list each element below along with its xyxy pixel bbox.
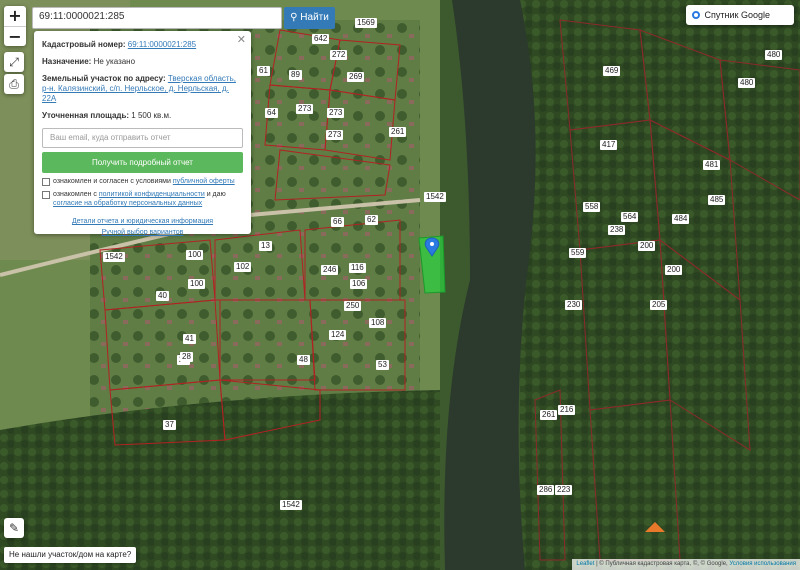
area-label: Уточненная площадь: [42,111,130,120]
parcel-info-panel: ✕ Кадастровый номер: 69:11:0000021:285 Н… [34,31,251,236]
ruler-icon[interactable]: ✎ [4,518,24,538]
plot-number-label: 261 [540,410,558,420]
search-button[interactable]: ⚲ Найти [284,7,335,29]
offer-consent: ознакомлен и согласен с условиями публич… [42,177,243,186]
plot-number-label: 64 [265,108,278,118]
report-details-link[interactable]: Детали отчета и юридическая информация [72,218,213,225]
plot-number-label: 269 [347,72,365,82]
plot-number-label: 246 [321,265,339,275]
plot-number-label: 1542 [103,252,125,262]
privacy-checkbox[interactable] [42,191,50,199]
house-icon [645,522,665,532]
layer-switch[interactable]: Спутник Google [686,5,794,25]
purpose-label: Назначение: [42,57,92,66]
plot-number-label: 1542 [424,192,446,202]
plot-number-label: 469 [603,66,621,76]
plot-number-label: 558 [583,202,601,212]
plot-number-label: 559 [569,248,587,258]
plot-number-label: 89 [289,70,302,80]
plot-number-label: 1542 [280,500,302,510]
privacy-policy-link[interactable]: политикой конфиденциальности [99,191,205,198]
privacy-consent-mid: и даю [204,191,226,198]
plot-number-label: 116 [349,263,366,273]
cadastral-label: Кадастровый номер: [42,40,126,49]
search-icon: ⚲ [290,12,298,23]
plot-number-label: 53 [376,360,389,370]
plot-number-label: 100 [188,279,206,289]
leaflet-link[interactable]: Leaflet [576,561,594,567]
privacy-consent: ознакомлен с политикой конфиденциальност… [42,190,243,208]
plot-number-label: 272 [330,50,348,60]
plot-number-label: 40 [156,291,169,301]
plot-number-label: 28 [180,352,193,362]
plot-number-label: 13 [259,241,272,251]
plot-number-label: 481 [703,160,721,170]
plot-number-label: 205 [650,300,668,310]
get-report-button[interactable]: Получить подробный отчет [42,152,243,173]
plot-number-label: 124 [329,330,347,340]
plot-number-label: 62 [365,215,378,225]
email-field[interactable]: Ваш email, куда отправить отчет [42,128,243,148]
attribution-text: | © Публичная кадастровая карта, ©, © Go… [594,561,730,567]
address-label: Земельный участок по адресу: [42,74,166,83]
plot-number-label: 100 [186,250,204,260]
plot-number-label: 238 [608,225,626,235]
plot-number-label: 1569 [355,18,377,28]
cadastral-number-link[interactable]: 69:11:0000021:285 [128,40,196,49]
search-button-label: Найти [300,12,329,23]
search-input[interactable]: 69:11:0000021:285 [32,7,282,29]
print-icon[interactable]: ⎙ [4,74,24,94]
plot-number-label: 485 [708,195,726,205]
plot-number-label: 480 [765,50,783,60]
plot-number-label: 417 [600,140,618,150]
radio-icon [692,11,700,19]
plot-number-label: 250 [344,301,362,311]
data-processing-link[interactable]: согласие на обработку персональных данны… [53,200,202,207]
close-icon[interactable]: ✕ [237,34,246,45]
plot-number-label: 642 [312,34,330,44]
plot-number-label: 108 [369,318,387,328]
zoom-in-button[interactable]: + [4,6,26,26]
plot-number-label: 48 [297,355,310,365]
purpose-value: Не указано [93,57,136,66]
terms-link[interactable]: Условия использования [729,561,796,567]
zoom-out-button[interactable]: − [4,26,26,46]
plot-number-label: 564 [621,212,639,222]
plot-number-label: 484 [672,214,690,224]
plot-number-label: 273 [296,104,314,114]
plot-number-label: 273 [326,130,344,140]
plot-number-label: 480 [738,78,756,88]
plot-number-label: 273 [327,108,345,118]
offer-link[interactable]: публичной оферты [173,178,235,185]
manual-selection-link[interactable]: Ручной выбор вариантов [102,229,184,236]
privacy-consent-text: ознакомлен с [53,191,99,198]
plot-number-label: 286 [537,485,555,495]
plot-number-label: 41 [183,334,196,344]
watermark-logo [645,522,665,538]
fullscreen-icon[interactable]: ⤢ [4,52,24,72]
plot-number-label: 261 [389,127,407,137]
plot-number-label: 230 [565,300,583,310]
plot-number-label: 200 [638,241,656,251]
not-found-button[interactable]: Не нашли участок/дом на карте? [4,547,137,563]
plot-number-label: 61 [257,66,270,76]
plot-number-label: 106 [350,279,368,289]
plot-number-label: 223 [555,485,573,495]
plot-number-label: 37 [163,420,176,430]
layer-label: Спутник Google [704,10,770,20]
offer-consent-text: ознакомлен и согласен с условиями [53,178,173,185]
offer-checkbox[interactable] [42,178,50,186]
zoom-control: + − [4,6,26,46]
plot-number-label: 200 [665,265,683,275]
plot-number-label: 102 [234,262,252,272]
attribution: Leaflet | © Публичная кадастровая карта,… [572,559,800,570]
plot-number-label: 216 [558,405,576,415]
area-value: 1 500 кв.м. [131,111,172,120]
plot-number-label: 66 [331,217,344,227]
